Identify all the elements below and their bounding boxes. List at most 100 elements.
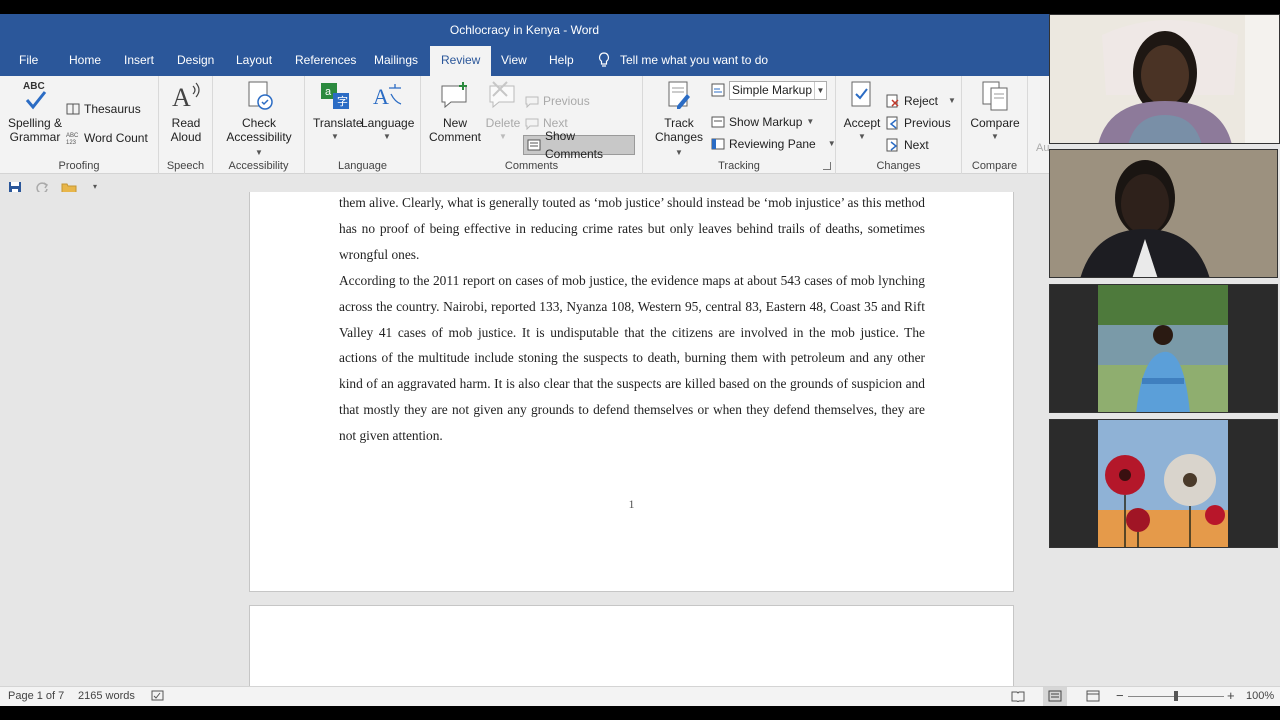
tab-view[interactable]: View [490,46,538,76]
participant-video-3 [1050,285,1277,412]
document-title: Ochlocracy in Kenya - Word [449,23,600,37]
compare-icon [979,80,1011,112]
word-count-button[interactable]: ABC 123 Word Count [66,128,148,148]
svg-text:A: A [373,84,389,109]
delete-comment-button[interactable]: Delete ▼ [483,80,523,144]
accessibility-icon [243,80,275,112]
chevron-down-icon: ▼ [499,132,507,141]
paragraph-2[interactable]: According to the 2011 report on cases of… [339,268,925,449]
chevron-down-icon: ▼ [383,132,391,141]
markup-mode-icon [711,83,725,97]
show-comments-button[interactable]: Show Comments [523,129,635,161]
video-tile-1 [1049,14,1280,144]
thesaurus-icon [66,102,80,116]
show-comments-icon [527,138,541,152]
chevron-down-icon: ▼ [331,132,339,141]
page-1: them alive. Clearly, what is generally t… [249,192,1014,592]
reject-icon [886,94,900,108]
group-changes: Accept ▼ Reject ▼ Previous Next Changes [836,76,962,174]
participant-video-1 [1050,15,1279,143]
video-tile-3 [1049,284,1278,413]
accept-icon [846,80,878,112]
zoom-level[interactable]: 100% [1246,690,1274,702]
show-markup-button[interactable]: Show Markup ▼ [711,112,814,132]
lightbulb-icon [598,52,610,67]
previous-change-button[interactable]: Previous [886,113,951,133]
video-tile-4 [1049,419,1278,548]
tab-design[interactable]: Design [166,46,225,76]
page-number: 1 [628,497,635,511]
group-language: a字 Translate ▼ A Language ▼ Language [305,76,421,174]
thesaurus-button[interactable]: Thesaurus [66,99,141,119]
tab-layout[interactable]: Layout [225,46,283,76]
track-changes-icon [663,80,695,112]
chevron-down-icon: ▼ [827,139,836,148]
chevron-down-icon: ▼ [991,132,999,141]
previous-comment-icon [525,94,539,109]
language-icon: A [371,80,403,112]
markup-mode-select[interactable]: Simple Markup ▼ [729,81,827,100]
tab-help[interactable]: Help [538,46,585,76]
ribbon-review: ABC Spelling & Grammar Thesaurus ABC 123 … [0,76,1049,174]
read-mode-icon[interactable] [1011,690,1025,705]
show-markup-icon [711,115,725,129]
track-changes-button[interactable]: Track Changes ▼ [651,80,707,160]
group-proofing: ABC Spelling & Grammar Thesaurus ABC 123 … [0,76,159,174]
tab-insert[interactable]: Insert [113,46,165,76]
tell-me-search[interactable]: Tell me what you want to do [598,52,768,68]
proofing-status-icon[interactable] [151,690,165,705]
spelling-grammar-button[interactable]: ABC Spelling & Grammar [6,80,64,144]
chevron-down-icon: ▼ [814,82,826,99]
zoom-slider[interactable] [1128,691,1224,701]
group-compare: Compare ▼ Compare [962,76,1028,174]
tab-mailings[interactable]: Mailings [363,46,429,76]
svg-text:A: A [172,83,191,112]
read-aloud-button[interactable]: A Read Aloud [165,80,207,144]
chevron-down-icon: ▼ [858,132,866,141]
print-layout-icon[interactable] [1043,687,1067,706]
reject-button[interactable]: Reject ▼ [886,91,956,111]
group-accessibility: Check Accessibility ▼ Accessibility [213,76,305,174]
new-comment-button[interactable]: New Comment [427,80,483,144]
language-button[interactable]: A Language ▼ [361,80,414,144]
chevron-down-icon: ▼ [255,148,263,157]
tab-review[interactable]: Review [430,46,492,77]
check-accessibility-button[interactable]: Check Accessibility ▼ [221,80,297,160]
spelling-check-icon: ABC [19,80,51,112]
new-comment-icon [439,80,471,112]
chevron-down-icon: ▼ [675,148,683,157]
customize-toolbar-icon[interactable]: ▾ [93,182,97,191]
previous-change-icon [886,116,900,130]
profile-image-flowers [1050,420,1277,547]
zoom-out-icon[interactable]: − [1116,688,1124,703]
web-layout-icon[interactable] [1086,690,1100,705]
svg-text:123: 123 [66,140,77,145]
read-aloud-icon: A [170,80,202,112]
participant-video-2 [1050,150,1277,277]
svg-text:ABC: ABC [66,133,79,139]
paragraph-1[interactable]: them alive. Clearly, what is generally t… [339,192,925,267]
zoom-slider-thumb[interactable] [1174,691,1178,701]
tell-me-placeholder: Tell me what you want to do [620,53,769,67]
previous-comment-button[interactable]: Previous [525,91,590,111]
page-indicator[interactable]: Page 1 of 7 [8,690,64,702]
reviewing-pane-icon [711,137,725,151]
next-change-button[interactable]: Next [886,135,929,155]
ribbon-tab-bar: File Home Insert Design Layout Reference… [0,46,1049,77]
translate-icon: a字 [319,80,351,112]
svg-text:a: a [325,86,332,98]
reviewing-pane-button[interactable]: Reviewing Pane ▼ [711,134,836,154]
word-count-indicator[interactable]: 2165 words [78,690,135,702]
accept-button[interactable]: Accept ▼ [842,80,882,144]
delete-comment-icon [487,80,519,112]
translate-button[interactable]: a字 Translate ▼ [313,80,363,144]
tab-home[interactable]: Home [58,46,112,76]
zoom-in-icon[interactable]: + [1227,688,1235,703]
tab-references[interactable]: References [284,46,367,76]
tab-file[interactable]: File [8,46,49,76]
compare-button[interactable]: Compare ▼ [968,80,1022,144]
truncated-ribbon-label: Au [1036,142,1050,154]
next-comment-icon [525,116,539,131]
video-tile-2 [1049,149,1278,278]
word-count-icon: ABC 123 [66,131,80,146]
